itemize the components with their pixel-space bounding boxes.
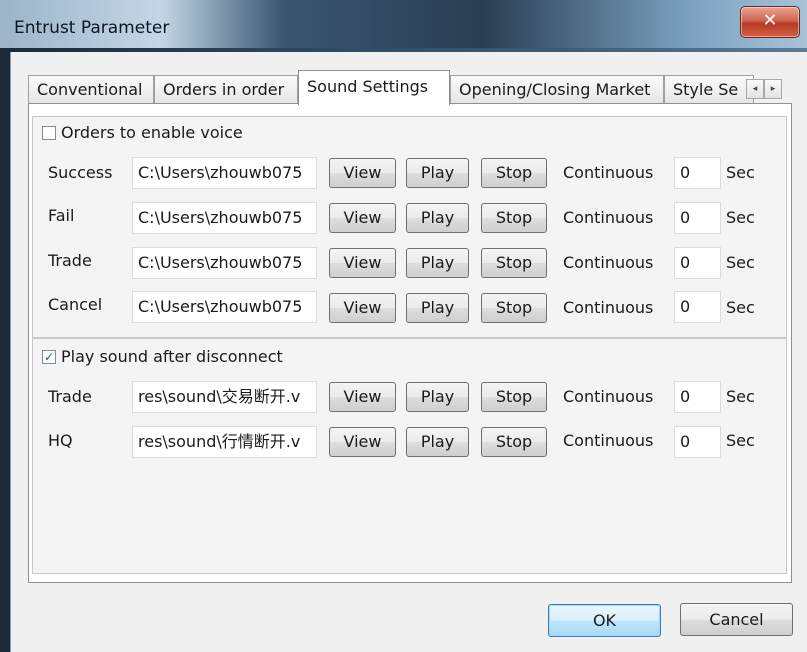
trade-disconnect-stop-button[interactable]: Stop xyxy=(481,382,547,412)
cancel-button[interactable]: Cancel xyxy=(680,603,793,636)
fail-stop-button[interactable]: Stop xyxy=(481,203,547,233)
row-label-success: Success xyxy=(48,163,113,182)
hq-continuous-label: Continuous xyxy=(563,431,654,450)
cancel-sound-path-field[interactable]: C:\Users\zhouwb075 xyxy=(132,291,317,323)
success-seconds-field[interactable]: 0 xyxy=(674,157,721,189)
disconnect-sound-group: ✓ Play sound after disconnect Trade res\… xyxy=(32,338,787,574)
cancel-stop-button[interactable]: Stop xyxy=(481,293,547,323)
cancel-seconds-field[interactable]: 0 xyxy=(674,291,721,323)
success-sec-unit: Sec xyxy=(726,163,755,182)
success-stop-button[interactable]: Stop xyxy=(481,158,547,188)
cancel-play-button[interactable]: Play xyxy=(406,293,469,323)
trade-play-button[interactable]: Play xyxy=(406,248,469,278)
dialog-window: Entrust Parameter ✕ Conventional Orders … xyxy=(0,0,807,652)
fail-continuous-label: Continuous xyxy=(563,208,654,227)
tab-style-settings[interactable]: Style Se xyxy=(664,75,754,103)
success-continuous-label: Continuous xyxy=(563,163,654,182)
hq-seconds-field[interactable]: 0 xyxy=(674,426,721,458)
close-icon: ✕ xyxy=(762,10,778,31)
tab-conventional[interactable]: Conventional xyxy=(28,75,154,103)
row-label-trade: Trade xyxy=(48,251,92,270)
trade-disconnect-sound-path-field[interactable]: res\sound\交易断开.v xyxy=(132,381,317,413)
trade-stop-button[interactable]: Stop xyxy=(481,248,547,278)
tab-sound-settings[interactable]: Sound Settings xyxy=(298,70,450,105)
ok-button[interactable]: OK xyxy=(548,604,661,637)
window-title: Entrust Parameter xyxy=(14,18,170,38)
row-label-cancel: Cancel xyxy=(48,295,103,314)
title-bar[interactable]: Entrust Parameter ✕ xyxy=(0,0,807,48)
close-button[interactable]: ✕ xyxy=(740,6,800,38)
trade-disconnect-continuous-label: Continuous xyxy=(563,387,654,406)
trade-disconnect-view-button[interactable]: View xyxy=(329,382,396,412)
orders-voice-checkbox[interactable] xyxy=(42,126,56,140)
fail-play-button[interactable]: Play xyxy=(406,203,469,233)
orders-voice-group: Orders to enable voice Success C:\Users\… xyxy=(32,116,787,338)
disconnect-sound-checkbox[interactable]: ✓ xyxy=(42,350,56,364)
trade-disconnect-sec-unit: Sec xyxy=(726,387,755,406)
success-play-button[interactable]: Play xyxy=(406,158,469,188)
tab-scroll-left-button[interactable]: ◂ xyxy=(746,79,764,99)
cancel-continuous-label: Continuous xyxy=(563,298,654,317)
fail-sec-unit: Sec xyxy=(726,208,755,227)
trade-view-button[interactable]: View xyxy=(329,248,396,278)
hq-play-button[interactable]: Play xyxy=(406,427,469,457)
checkmark-icon: ✓ xyxy=(43,350,55,364)
sound-settings-panel: Orders to enable voice Success C:\Users\… xyxy=(28,103,792,583)
chevron-right-icon: ▸ xyxy=(770,84,776,94)
orders-voice-label: Orders to enable voice xyxy=(61,123,243,142)
hq-sec-unit: Sec xyxy=(726,431,755,450)
fail-sound-path-field[interactable]: C:\Users\zhouwb075 xyxy=(132,202,317,234)
cancel-view-button[interactable]: View xyxy=(329,293,396,323)
tab-opening-closing-market[interactable]: Opening/Closing Market xyxy=(450,75,664,103)
hq-sound-path-field[interactable]: res\sound\行情断开.v xyxy=(132,426,317,458)
success-sound-path-field[interactable]: C:\Users\zhouwb075 xyxy=(132,157,317,189)
fail-view-button[interactable]: View xyxy=(329,203,396,233)
tab-scroll-right-button[interactable]: ▸ xyxy=(764,79,782,99)
trade-continuous-label: Continuous xyxy=(563,253,654,272)
cancel-sec-unit: Sec xyxy=(726,298,755,317)
row-label-fail: Fail xyxy=(48,206,75,225)
tab-orders-in-order[interactable]: Orders in order xyxy=(154,75,298,103)
trade-disconnect-seconds-field[interactable]: 0 xyxy=(674,381,721,413)
trade-disconnect-play-button[interactable]: Play xyxy=(406,382,469,412)
success-view-button[interactable]: View xyxy=(329,158,396,188)
trade-sound-path-field[interactable]: C:\Users\zhouwb075 xyxy=(132,247,317,279)
row-label-hq: HQ xyxy=(48,431,73,450)
disconnect-sound-label: Play sound after disconnect xyxy=(61,347,283,366)
hq-view-button[interactable]: View xyxy=(329,427,396,457)
hq-stop-button[interactable]: Stop xyxy=(481,427,547,457)
trade-seconds-field[interactable]: 0 xyxy=(674,247,721,279)
trade-sec-unit: Sec xyxy=(726,253,755,272)
row-label-trade-disconnect: Trade xyxy=(48,387,92,406)
fail-seconds-field[interactable]: 0 xyxy=(674,202,721,234)
chevron-left-icon: ◂ xyxy=(752,84,758,94)
